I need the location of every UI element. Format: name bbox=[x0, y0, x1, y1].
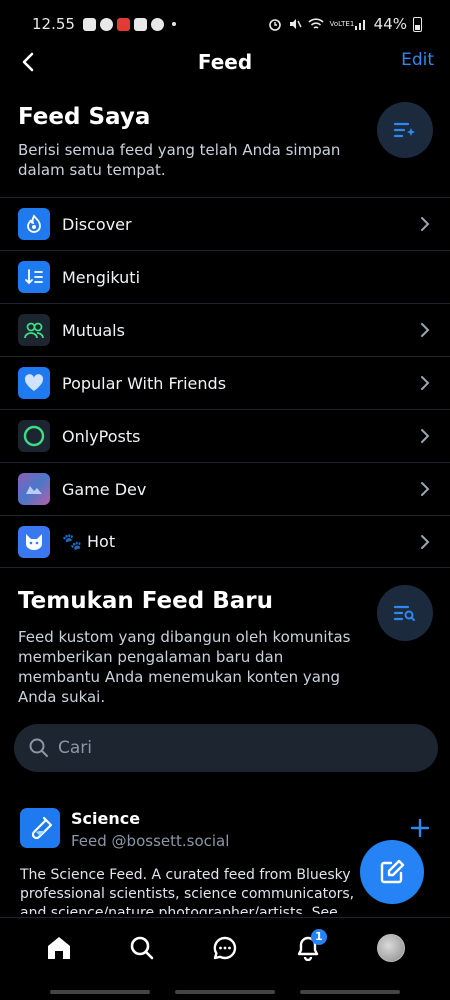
battery-icon bbox=[413, 16, 422, 32]
nav-search[interactable] bbox=[120, 926, 164, 970]
search-input[interactable]: Cari bbox=[14, 724, 438, 772]
app-red-icon bbox=[116, 17, 130, 31]
feed-item-discover[interactable]: Discover bbox=[0, 197, 450, 250]
feed-item-mutuals[interactable]: Mutuals bbox=[0, 303, 450, 356]
signal-icon bbox=[354, 20, 365, 30]
mutuals-icon bbox=[18, 314, 50, 346]
feed-card-subtitle: Feed @bossett.social bbox=[71, 832, 230, 850]
youtube-icon bbox=[133, 17, 147, 31]
bottom-nav: 1 bbox=[0, 917, 450, 977]
my-feeds-description-line2: dalam satu tempat. bbox=[18, 161, 166, 179]
page-title: Feed bbox=[197, 50, 253, 74]
discover-feeds-button[interactable] bbox=[377, 585, 433, 641]
nav-messages[interactable] bbox=[203, 926, 247, 970]
feed-item-label: Game Dev bbox=[62, 479, 147, 499]
battery-percent: 44% bbox=[373, 15, 407, 33]
discover-description-line4: Anda sukai. bbox=[18, 688, 106, 706]
cat-icon bbox=[18, 525, 50, 558]
feed-item-label: Mengikuti bbox=[62, 267, 141, 287]
circle-icon bbox=[18, 420, 50, 452]
search-icon bbox=[130, 936, 154, 959]
feed-item-onlyposts[interactable]: OnlyPosts bbox=[0, 409, 450, 462]
add-feed-button[interactable] bbox=[410, 818, 430, 838]
feed-item-mengikuti[interactable]: Mengikuti bbox=[0, 250, 450, 303]
compose-icon bbox=[380, 859, 405, 884]
chat-icon bbox=[213, 936, 237, 959]
search-placeholder: Cari bbox=[58, 738, 92, 758]
feed-item-label: OnlyPosts bbox=[62, 426, 141, 446]
sparkle-list-icon bbox=[393, 122, 415, 138]
heart-icon bbox=[18, 367, 50, 399]
feed-item-label: Popular With Friends bbox=[62, 373, 227, 393]
gesture-bar-left bbox=[50, 990, 150, 994]
status-right: VoLTE1 44% bbox=[268, 15, 422, 33]
discover-description-line1: Feed kustom yang dibangun oleh komunitas bbox=[18, 628, 351, 646]
edit-button[interactable]: Edit bbox=[401, 50, 434, 70]
my-feeds-list: Discover Mengikuti Mutuals Popular With … bbox=[0, 197, 450, 568]
test-tube-icon bbox=[31, 816, 53, 840]
back-arrow-icon bbox=[22, 52, 34, 72]
wifi-icon bbox=[308, 18, 324, 29]
feed-item-game-dev[interactable]: Game Dev bbox=[0, 462, 450, 515]
chevron-right-icon bbox=[421, 376, 430, 390]
notification-badge: 1 bbox=[310, 928, 327, 945]
feed-item-label: Discover bbox=[62, 214, 132, 234]
discover-description-line3: membantu Anda menemukan konten yang bbox=[18, 668, 340, 686]
list-search-icon bbox=[393, 605, 415, 621]
compose-button[interactable] bbox=[360, 840, 424, 904]
more-notifications-dot bbox=[171, 22, 176, 26]
app-notification-icon bbox=[82, 17, 96, 31]
back-button[interactable] bbox=[14, 48, 42, 76]
feed-item-hot[interactable]: 🐾 Hot bbox=[0, 515, 450, 568]
header: Feed Edit bbox=[0, 40, 450, 84]
feed-item-label: Mutuals bbox=[62, 320, 125, 340]
feed-item-popular-with-friends[interactable]: Popular With Friends bbox=[0, 356, 450, 409]
feed-card-description: The Science Feed. A curated feed from Bl… bbox=[20, 867, 355, 914]
my-feeds-title: Feed Saya bbox=[18, 104, 151, 130]
game-dev-icon bbox=[18, 473, 50, 505]
edit-feeds-button[interactable] bbox=[377, 102, 433, 158]
alarm-icon bbox=[268, 19, 281, 31]
chevron-right-icon bbox=[421, 323, 430, 337]
feed-item-label: 🐾 Hot bbox=[62, 532, 116, 551]
search-icon bbox=[29, 738, 48, 757]
feed-card-title[interactable]: Science bbox=[71, 809, 140, 828]
avatar bbox=[376, 933, 405, 962]
mute-icon bbox=[289, 19, 302, 29]
discover-feeds-title: Temukan Feed Baru bbox=[18, 588, 273, 614]
gesture-bar-center bbox=[175, 990, 275, 994]
chevron-right-icon bbox=[421, 482, 430, 496]
chevron-right-icon bbox=[421, 429, 430, 443]
following-icon bbox=[18, 261, 50, 293]
gesture-bar-right bbox=[300, 990, 400, 994]
my-feeds-description-line1: Berisi semua feed yang telah Anda simpan bbox=[18, 141, 341, 159]
home-icon bbox=[48, 936, 71, 959]
nav-home[interactable] bbox=[37, 926, 81, 970]
chevron-right-icon bbox=[421, 217, 430, 231]
status-left: 12.55 bbox=[32, 15, 176, 33]
science-feed-avatar[interactable] bbox=[20, 808, 60, 848]
nav-profile[interactable] bbox=[369, 926, 413, 970]
network-label: VoLTE1 bbox=[329, 19, 355, 28]
status-time: 12.55 bbox=[32, 15, 75, 33]
nav-notifications[interactable]: 1 bbox=[286, 926, 330, 970]
discover-icon bbox=[18, 208, 50, 240]
threads-icon-2 bbox=[150, 17, 164, 31]
discover-description-line2: memberikan pengalaman baru dan bbox=[18, 648, 284, 666]
chevron-right-icon bbox=[421, 535, 430, 549]
threads-icon bbox=[99, 17, 113, 31]
